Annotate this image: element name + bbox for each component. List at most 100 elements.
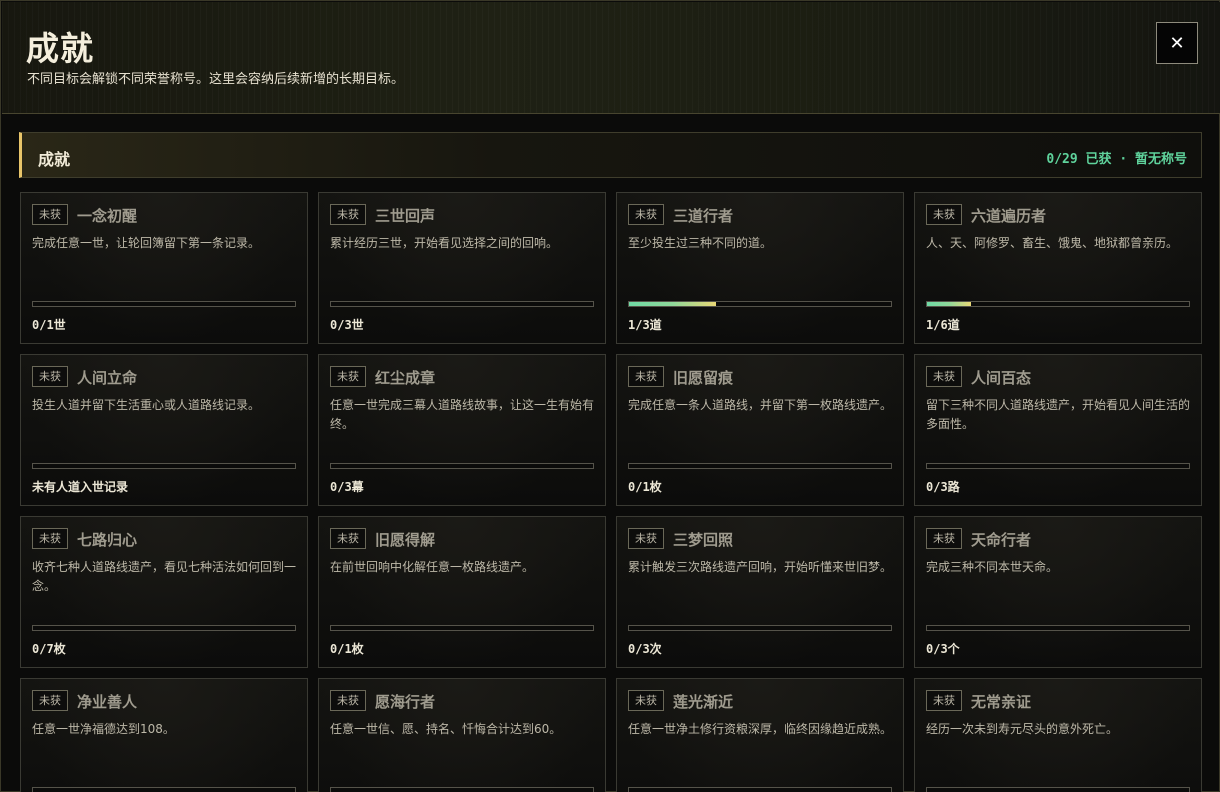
achievement-name: 天命行者	[971, 531, 1032, 549]
progress-fill	[629, 302, 717, 306]
progress-bar	[32, 301, 296, 307]
panel-header: 成就 不同目标会解锁不同荣誉称号。这里会容纳后续新增的长期目标。 ✕	[2, 2, 1220, 114]
achievement-card[interactable]: 未获 七路归心收齐七种人道路线遗产，看见七种活法如何回到一念。 0/7枚	[20, 516, 308, 668]
achievement-name: 一念初醒	[77, 207, 138, 225]
achievement-card[interactable]: 未获 六道遍历者人、天、阿修罗、畜生、饿鬼、地狱都曾亲历。 1/6道	[914, 192, 1202, 344]
achievement-name: 愿海行者	[375, 693, 436, 711]
achievement-description: 累计触发三次路线遗产回响，开始听懂来世旧梦。	[628, 560, 893, 574]
achievement-name: 旧愿得解	[375, 531, 436, 549]
status-badge: 未获	[628, 528, 664, 549]
close-button[interactable]: ✕	[1156, 22, 1198, 64]
status-badge: 未获	[628, 690, 664, 711]
progress-bar	[330, 787, 594, 792]
achievement-name: 三世回声	[375, 207, 436, 225]
achievement-description: 投生人道并留下生活重心或人道路线记录。	[32, 398, 261, 412]
achievement-card[interactable]: 未获 三梦回照累计触发三次路线遗产回响，开始听懂来世旧梦。 0/3次	[616, 516, 904, 668]
status-badge: 未获	[32, 690, 68, 711]
progress-bar	[32, 787, 296, 792]
progress-bar	[926, 463, 1190, 469]
achievement-description: 任意一世信、愿、持名、忏悔合计达到60。	[330, 722, 562, 736]
achievement-description: 在前世回响中化解任意一枚路线遗产。	[330, 560, 535, 574]
achievement-card[interactable]: 未获 人间百态留下三种不同人道路线遗产，开始看见人间生活的多面性。 0/3路	[914, 354, 1202, 506]
status-badge: 未获	[628, 204, 664, 225]
progress-bar	[32, 625, 296, 631]
progress-bar	[926, 301, 1190, 307]
status-badge: 未获	[628, 366, 664, 387]
progress-text: 1/3道	[628, 318, 662, 332]
achievement-name: 旧愿留痕	[673, 369, 734, 387]
achievement-name: 红尘成章	[375, 369, 436, 387]
achievement-name: 三道行者	[673, 207, 734, 225]
achievement-card[interactable]: 未获 红尘成章 任意一世完成三幕人道路线故事，让这一生有始有终。 0/3幕	[318, 354, 606, 506]
progress-text: 0/1枚	[628, 480, 662, 494]
achievement-card[interactable]: 未获 旧愿留痕完成任意一条人道路线，并留下第一枚路线遗产。 0/1枚	[616, 354, 904, 506]
status-badge: 未获	[32, 204, 68, 225]
achievement-card[interactable]: 未获 净业善人任意一世净福德达到108。	[20, 678, 308, 792]
achievements-panel: 成就 不同目标会解锁不同荣誉称号。这里会容纳后续新增的长期目标。 ✕ 成就 0/…	[0, 0, 1220, 792]
status-badge: 未获	[32, 528, 68, 549]
status-badge: 未获	[330, 690, 366, 711]
status-badge: 未获	[330, 366, 366, 387]
progress-bar	[926, 625, 1190, 631]
status-badge: 未获	[926, 528, 962, 549]
achievement-description: 至少投生过三种不同的道。	[628, 236, 773, 250]
achievement-description: 留下三种不同人道路线遗产，开始看见人间生活的多面性。	[926, 398, 1191, 431]
achievement-card[interactable]: 未获 愿海行者任意一世信、愿、持名、忏悔合计达到60。	[318, 678, 606, 792]
achievement-name: 莲光渐近	[673, 693, 734, 711]
section-stats: 0/29 已获 · 暂无称号	[1046, 152, 1187, 167]
achievement-card[interactable]: 未获 三道行者至少投生过三种不同的道。 1/3道	[616, 192, 904, 344]
achievement-name: 人间立命	[77, 369, 138, 387]
progress-bar	[628, 625, 892, 631]
progress-bar	[330, 625, 594, 631]
status-badge: 未获	[926, 690, 962, 711]
achievement-description: 收齐七种人道路线遗产，看见七种活法如何回到一念。	[32, 560, 297, 593]
progress-text: 0/3世	[330, 318, 364, 332]
progress-text: 0/7枚	[32, 642, 66, 656]
progress-text: 0/1世	[32, 318, 66, 332]
achievement-name: 无常亲证	[971, 693, 1032, 711]
page-subtitle: 不同目标会解锁不同荣誉称号。这里会容纳后续新增的长期目标。	[27, 72, 405, 87]
progress-text: 1/6道	[926, 318, 960, 332]
achievement-card[interactable]: 未获 三世回声累计经历三世，开始看见选择之间的回响。 0/3世	[318, 192, 606, 344]
section-title: 成就	[38, 150, 71, 169]
achievement-card[interactable]: 未获 无常亲证经历一次未到寿元尽头的意外死亡。	[914, 678, 1202, 792]
achievement-name: 三梦回照	[673, 531, 734, 549]
progress-fill	[927, 302, 971, 306]
achievement-name: 六道遍历者	[971, 207, 1047, 225]
status-badge: 未获	[926, 366, 962, 387]
status-badge: 未获	[926, 204, 962, 225]
achievement-description: 经历一次未到寿元尽头的意外死亡。	[926, 722, 1119, 736]
achievement-description: 任意一世完成三幕人道路线故事，让这一生有始有终。	[330, 398, 595, 431]
progress-text: 0/3路	[926, 480, 960, 494]
status-badge: 未获	[32, 366, 68, 387]
achievement-description: 人、天、阿修罗、畜生、饿鬼、地狱都曾亲历。	[926, 236, 1179, 250]
achievement-card[interactable]: 未获 旧愿得解在前世回响中化解任意一枚路线遗产。 0/1枚	[318, 516, 606, 668]
achievement-name: 七路归心	[77, 531, 138, 549]
progress-bar	[330, 301, 594, 307]
achievement-card[interactable]: 未获 天命行者完成三种不同本世天命。 0/3个	[914, 516, 1202, 668]
achievement-description: 完成任意一条人道路线，并留下第一枚路线遗产。	[628, 398, 893, 412]
close-icon: ✕	[1169, 32, 1185, 54]
achievement-name: 人间百态	[971, 369, 1032, 387]
achievement-description: 完成三种不同本世天命。	[926, 560, 1059, 574]
achievement-description: 任意一世净福德达到108。	[32, 722, 175, 736]
page-title: 成就	[26, 29, 94, 68]
status-badge: 未获	[330, 528, 366, 549]
progress-bar	[628, 301, 892, 307]
progress-bar	[926, 787, 1190, 792]
progress-text: 未有人道入世记录	[32, 480, 129, 494]
progress-bar	[628, 463, 892, 469]
progress-bar	[330, 463, 594, 469]
achievement-card[interactable]: 未获 一念初醒 完成任意一世，让轮回簿留下第一条记录。 0/1世	[20, 192, 308, 344]
achievement-card[interactable]: 未获 莲光渐近 任意一世净土修行资粮深厚，临终因缘趋近成熟。	[616, 678, 904, 792]
progress-text: 0/1枚	[330, 642, 364, 656]
progress-text: 0/3次	[628, 642, 662, 656]
achievement-card[interactable]: 未获 人间立命投生人道并留下生活重心或人道路线记录。 未有人道入世记录	[20, 354, 308, 506]
progress-bar	[32, 463, 296, 469]
achievement-name: 净业善人	[77, 693, 138, 711]
section-header: 成就 0/29 已获 · 暂无称号	[19, 132, 1202, 178]
progress-text: 0/3个	[926, 642, 960, 656]
status-badge: 未获	[330, 204, 366, 225]
achievement-description: 累计经历三世，开始看见选择之间的回响。	[330, 236, 559, 250]
progress-bar	[628, 787, 892, 792]
